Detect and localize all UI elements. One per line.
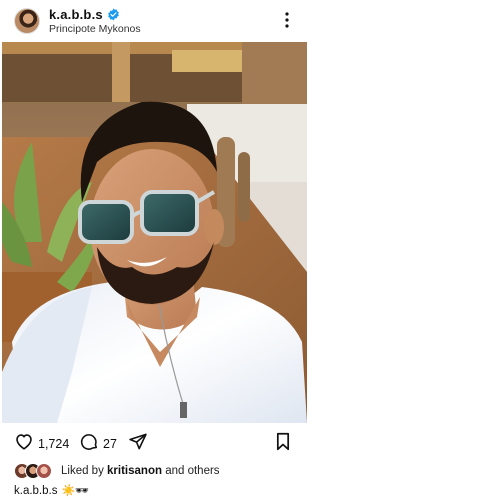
liked-by-text: Liked by kritisanon and others	[61, 465, 220, 477]
heart-icon	[14, 432, 34, 455]
post-header: k.a.b.b.s Principote Mykonos	[0, 0, 310, 40]
liker-avatar	[36, 463, 52, 479]
caption-username-link[interactable]: k.a.b.b.s	[14, 485, 57, 497]
username-link[interactable]: k.a.b.b.s	[49, 7, 103, 22]
profile-avatar[interactable]	[14, 8, 40, 34]
liker-username-link[interactable]: kritisanon	[107, 465, 162, 477]
more-options-icon[interactable]	[281, 10, 293, 30]
liked-by-row[interactable]: Liked by kritisanon and others	[14, 463, 220, 479]
username-row: k.a.b.b.s	[49, 7, 120, 22]
comment-bubble-icon	[80, 432, 99, 456]
instagram-post: k.a.b.b.s Principote Mykonos 1,724 27 Li…	[0, 0, 500, 500]
comment-button[interactable]: 27	[80, 432, 117, 456]
caption-text: ☀️🕶	[61, 484, 90, 497]
location-link[interactable]: Principote Mykonos	[49, 23, 141, 35]
liker-avatars	[14, 463, 58, 479]
paper-plane-icon	[128, 432, 148, 456]
save-button[interactable]	[274, 432, 292, 456]
bookmark-icon	[274, 432, 292, 456]
comment-count[interactable]: 27	[103, 437, 117, 451]
like-button[interactable]: 1,724	[14, 432, 69, 455]
caption: k.a.b.b.s ☀️🕶	[14, 484, 89, 497]
action-bar: 1,724 27	[0, 430, 310, 454]
post-image[interactable]	[2, 42, 307, 423]
like-count[interactable]: 1,724	[38, 437, 69, 451]
verified-badge-icon	[107, 8, 120, 21]
share-button[interactable]	[128, 432, 148, 456]
